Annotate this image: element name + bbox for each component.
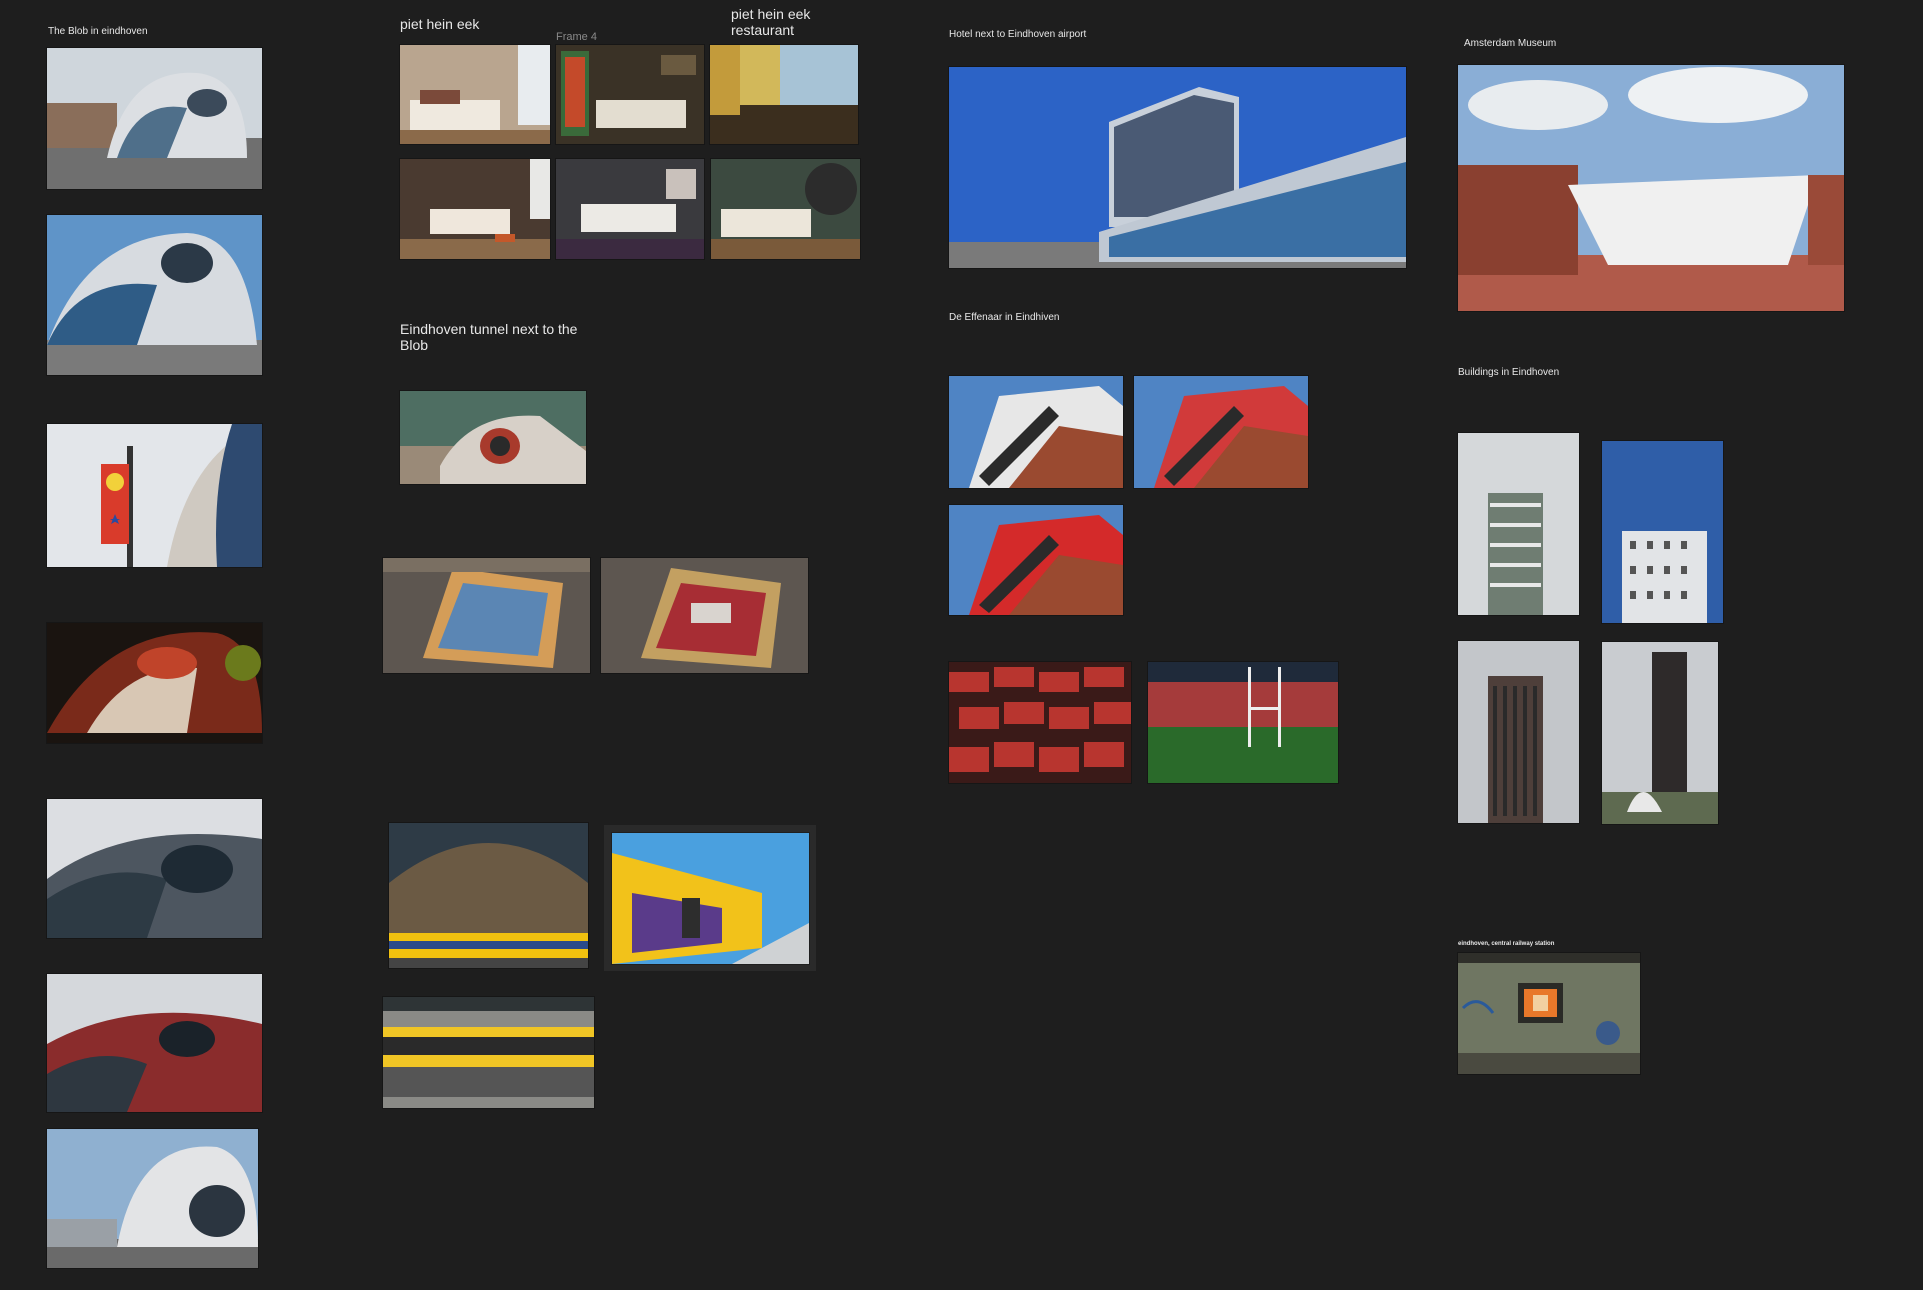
blob-photo-1[interactable]	[47, 48, 262, 189]
stadium-seats-photo[interactable]	[949, 662, 1131, 783]
effenaar-photo-2[interactable]	[1134, 376, 1308, 488]
blob-photo-2[interactable]	[47, 215, 262, 375]
building-photo-4[interactable]	[1602, 642, 1718, 824]
tunnel-installation-2[interactable]	[601, 558, 808, 673]
stadium-pitch-photo[interactable]	[1148, 662, 1338, 783]
train-photo[interactable]	[612, 833, 809, 964]
hotel-photo[interactable]	[949, 67, 1406, 268]
group-title-station[interactable]: eindhoven, central railway station	[1458, 941, 1554, 947]
restaurant-photo[interactable]	[710, 45, 858, 144]
blob-photo-4[interactable]	[47, 623, 262, 743]
group-title-hotel[interactable]: Hotel next to Eindhoven airport	[949, 29, 1086, 40]
train-detail-photo[interactable]	[383, 997, 594, 1108]
group-title-effenaar[interactable]: De Effenaar in Eindhiven	[949, 312, 1059, 323]
building-photo-3[interactable]	[1458, 641, 1579, 823]
piet-hein-eek-room-5[interactable]	[711, 159, 860, 259]
tunnel-photo[interactable]	[400, 391, 586, 484]
group-title-piet-hein-eek[interactable]: piet hein eek	[400, 16, 479, 32]
effenaar-photo-1[interactable]	[949, 376, 1123, 488]
building-photo-2[interactable]	[1602, 441, 1723, 623]
group-title-tunnel[interactable]: Eindhoven tunnel next to the Blob	[400, 321, 600, 353]
blob-photo-7[interactable]	[47, 1129, 258, 1268]
group-title-blob[interactable]: The Blob in eindhoven	[48, 26, 148, 37]
central-station-photo[interactable]	[1458, 953, 1640, 1074]
train-station-photo[interactable]	[389, 823, 588, 968]
building-photo-1[interactable]	[1458, 433, 1579, 615]
blob-photo-6[interactable]	[47, 974, 262, 1112]
blob-photo-3[interactable]	[47, 424, 262, 567]
amsterdam-museum-photo[interactable]	[1458, 65, 1844, 311]
frame-label-frame4[interactable]: Frame 4	[556, 31, 597, 43]
group-title-buildings[interactable]: Buildings in Eindhoven	[1458, 367, 1559, 378]
piet-hein-eek-room-1[interactable]	[400, 45, 550, 144]
piet-hein-eek-room-2[interactable]	[556, 45, 704, 144]
group-title-amsterdam[interactable]: Amsterdam Museum	[1464, 38, 1556, 49]
piet-hein-eek-room-4[interactable]	[556, 159, 704, 259]
tunnel-installation-1[interactable]	[383, 558, 590, 673]
piet-hein-eek-room-3[interactable]	[400, 159, 550, 259]
blob-photo-5[interactable]	[47, 799, 262, 938]
group-title-restaurant[interactable]: piet hein eek restaurant	[731, 6, 851, 38]
effenaar-photo-3[interactable]	[949, 505, 1123, 615]
